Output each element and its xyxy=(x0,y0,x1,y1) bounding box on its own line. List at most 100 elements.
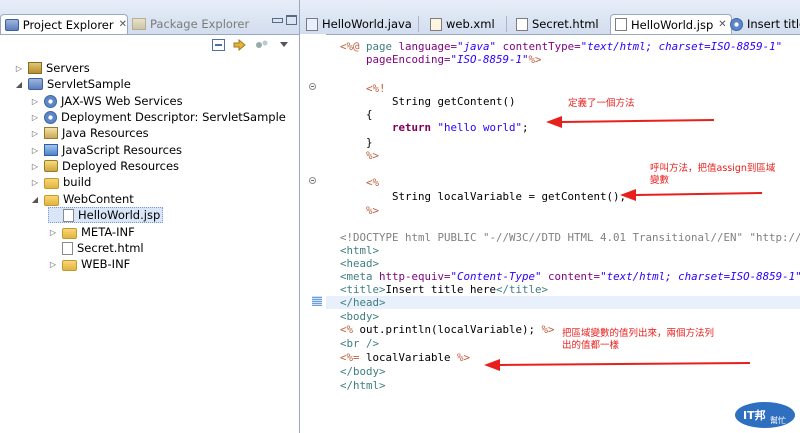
arrow-print-variable xyxy=(499,362,751,366)
tab-helloworld-jsp[interactable]: HelloWorld.jsp ✕ xyxy=(610,14,732,34)
tree-item-deployment-descriptor-servletsample[interactable]: ▷ Deployment Descriptor: ServletSample xyxy=(30,109,286,125)
svg-text:幫忙: 幫忙 xyxy=(770,415,786,425)
tree-item-label: Deployed Resources xyxy=(62,159,180,173)
collapsed-arrow-icon[interactable]: ▷ xyxy=(14,64,24,73)
java-resources-icon xyxy=(44,127,58,139)
left-tab-bar: Project Explorer ✕ Package Explorer xyxy=(0,0,299,35)
minimize-icon[interactable] xyxy=(272,18,283,23)
code-line: <%@ page language="java" contentType="te… xyxy=(340,40,783,53)
collapsed-arrow-icon[interactable]: ▷ xyxy=(48,260,58,269)
tree-item-meta-inf[interactable]: ▷ META-INF xyxy=(48,224,135,240)
code-line: <meta http-equiv="Content-Type" content=… xyxy=(340,270,800,283)
tree-item-label: WebContent xyxy=(63,192,134,206)
fold-icon[interactable] xyxy=(309,177,316,184)
collapse-all-button[interactable] xyxy=(211,38,225,52)
code-line: <html> xyxy=(340,244,380,257)
tab-insert-title[interactable]: Insert title h xyxy=(730,14,800,34)
collapsed-arrow-icon[interactable]: ▷ xyxy=(30,113,40,122)
tree-item-jax-ws-web-services[interactable]: ▷ JAX-WS Web Services xyxy=(30,93,183,109)
arrow-head-icon xyxy=(484,359,500,371)
tree-item-deployed-resources[interactable]: ▷ Deployed Resources xyxy=(30,158,179,174)
close-icon[interactable]: ✕ xyxy=(718,19,726,30)
tab-package-explorer[interactable]: Package Explorer xyxy=(130,14,249,34)
code-line: <!DOCTYPE html PUBLIC "-//W3C//DTD HTML … xyxy=(340,231,800,244)
tree-item-label: Deployment Descriptor: ServletSample xyxy=(61,110,286,124)
tree-item-label: Servers xyxy=(46,61,90,75)
project-explorer-icon xyxy=(5,18,19,31)
chevron-down-icon xyxy=(280,42,288,47)
deployment-descriptor-icon xyxy=(44,110,57,124)
tree-item-javascript-resources[interactable]: ▷ JavaScript Resources xyxy=(30,142,182,158)
tree-item-label: META-INF xyxy=(81,225,135,239)
code-line: <head> xyxy=(340,257,380,270)
html-file-icon xyxy=(516,17,528,31)
annotation-call-method: 呼叫方法，把值assign到區域 變數 xyxy=(650,163,776,186)
arrow-call-method xyxy=(635,192,763,196)
tree-item-label: HelloWorld.jsp xyxy=(78,208,161,222)
tree-item-web-inf[interactable]: ▷ WEB-INF xyxy=(48,256,130,272)
code-line: <body> xyxy=(340,310,380,323)
web-project-icon xyxy=(28,78,43,90)
maximize-icon[interactable] xyxy=(286,15,297,25)
collapse-all-icon xyxy=(211,39,225,51)
tree-item-build[interactable]: ▷ build xyxy=(30,174,91,190)
expanded-arrow-icon[interactable]: ◢ xyxy=(14,80,24,89)
code-line: return "hello world"; xyxy=(392,121,529,134)
view-menu-settings-button[interactable] xyxy=(255,38,269,52)
collapsed-arrow-icon[interactable]: ▷ xyxy=(30,162,40,171)
html-file-icon xyxy=(62,241,73,255)
collapsed-arrow-icon[interactable]: ▷ xyxy=(30,146,40,155)
tab-secret-html[interactable]: Secret.html xyxy=(516,14,599,34)
tree-item-helloworld-jsp[interactable]: HelloWorld.jsp xyxy=(48,207,164,223)
tab-project-explorer[interactable]: Project Explorer ✕ xyxy=(0,14,128,34)
tree-item-label: Secret.html xyxy=(77,241,144,255)
jsp-file-icon xyxy=(63,208,74,222)
code-line: <% out.println(localVariable); %> xyxy=(340,323,555,336)
editor-area: HelloWorld.java web.xml Secret.html Hell… xyxy=(300,0,800,433)
code-line: { xyxy=(366,108,373,121)
code-line: pageEncoding="ISO-8859-1"%> xyxy=(366,53,542,66)
package-explorer-icon xyxy=(132,18,146,30)
code-line: <br /> xyxy=(340,337,380,350)
editor-tab-bar: HelloWorld.java web.xml Secret.html Hell… xyxy=(300,0,800,35)
jsp-file-icon xyxy=(615,18,627,31)
tree-item-label: JAX-WS Web Services xyxy=(61,94,183,108)
deployed-resources-icon xyxy=(44,160,58,172)
collapsed-arrow-icon[interactable]: ▷ xyxy=(30,178,40,187)
tree-item-webcontent[interactable]: ◢ WebContent xyxy=(30,191,134,207)
code-line: String getContent() xyxy=(392,95,516,108)
folder-icon xyxy=(62,227,77,239)
explorer-toolbar xyxy=(211,38,291,52)
collapsed-arrow-icon[interactable]: ▷ xyxy=(48,228,58,237)
svg-text:IT邦: IT邦 xyxy=(743,408,766,422)
web-services-icon xyxy=(44,94,57,108)
code-line: <title>Insert title here</title> xyxy=(340,283,549,296)
collapsed-arrow-icon[interactable]: ▷ xyxy=(30,97,40,106)
occurrence-marker-icon xyxy=(312,296,322,306)
link-with-editor-button[interactable] xyxy=(233,38,247,52)
tree-item-secret-html[interactable]: Secret.html xyxy=(48,240,144,256)
tree-item-servletsample[interactable]: ◢ ServletSample xyxy=(14,76,131,92)
settings-dots-icon xyxy=(256,40,268,48)
code-line: </head> xyxy=(340,296,386,309)
tree-item-servers[interactable]: ▷ Servers xyxy=(14,60,90,76)
server-folder-icon xyxy=(28,62,42,74)
annotation-define-method: 定義了一個方法 xyxy=(568,98,635,109)
tab-helloworld-java[interactable]: HelloWorld.java xyxy=(306,14,412,34)
tab-web-xml[interactable]: web.xml xyxy=(430,14,495,34)
javascript-resources-icon xyxy=(44,144,58,156)
globe-icon xyxy=(730,17,743,31)
editor-gutter xyxy=(300,34,326,433)
folder-icon xyxy=(44,194,59,206)
ithome-logo-icon: IT邦 幫忙 xyxy=(735,402,795,428)
view-menu-button[interactable] xyxy=(277,38,291,52)
fold-icon[interactable] xyxy=(309,83,316,90)
tree-item-label: ServletSample xyxy=(47,77,131,91)
code-line: } xyxy=(366,136,373,149)
code-line: <%! xyxy=(366,82,386,95)
arrow-define-method xyxy=(561,119,715,123)
collapsed-arrow-icon[interactable]: ▷ xyxy=(30,129,40,138)
close-icon[interactable]: ✕ xyxy=(119,19,127,30)
expanded-arrow-icon[interactable]: ◢ xyxy=(30,195,40,204)
tree-item-java-resources[interactable]: ▷ Java Resources xyxy=(30,125,149,141)
